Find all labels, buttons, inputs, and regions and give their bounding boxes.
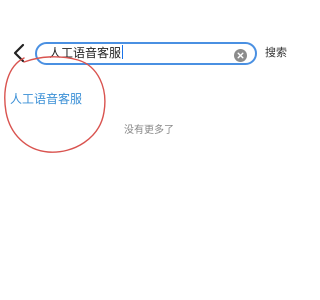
clear-button[interactable] <box>234 47 247 62</box>
search-box[interactable]: 人工语音客服 <box>35 42 257 65</box>
text-caret <box>122 45 124 59</box>
no-more-text: 没有更多了 <box>124 125 174 136</box>
search-page: 人工语音客服 搜索 人工语音客服 没有更多了 <box>0 0 298 300</box>
result-item[interactable]: 人工语音客服 <box>10 91 82 107</box>
search-button[interactable]: 搜索 <box>265 46 287 60</box>
chevron-left-icon <box>13 43 25 63</box>
back-button[interactable] <box>8 41 30 65</box>
search-input[interactable]: 人工语音客服 <box>49 44 124 63</box>
search-input-text: 人工语音客服 <box>49 46 122 60</box>
clear-circle-icon <box>234 49 247 62</box>
